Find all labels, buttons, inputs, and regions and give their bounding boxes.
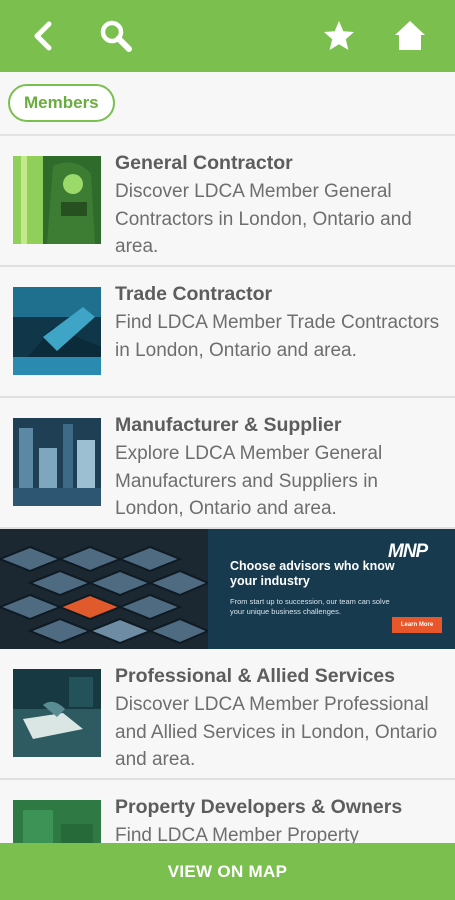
manufacturer-supplier-thumbnail [13, 418, 101, 506]
star-icon[interactable] [321, 18, 357, 54]
home-icon[interactable] [392, 18, 428, 54]
item-description: Find LDCA Member Trade Contractors in Lo… [115, 312, 440, 361]
app-toolbar [0, 0, 455, 72]
ad-cubes-image [0, 529, 211, 649]
item-description: Discover LDCA Member General Contractors… [115, 181, 412, 257]
trade-contractor-thumbnail [13, 287, 101, 375]
ad-text-panel: MNP Choose advisors who know your indust… [208, 529, 455, 649]
item-title: Trade Contractor [115, 283, 273, 305]
item-description: Discover LDCA Member Professional and Al… [115, 694, 438, 770]
search-icon[interactable] [98, 18, 134, 54]
mnp-advertisement-banner[interactable]: MNP Choose advisors who know your indust… [0, 529, 455, 649]
category-list: General Contractor Discover LDCA Member … [0, 136, 455, 900]
professional-services-thumbnail [13, 669, 101, 757]
ad-subtext: From start up to succession, our team ca… [230, 597, 390, 616]
view-on-map-button[interactable]: VIEW ON MAP [0, 843, 455, 900]
list-item-trade-contractor[interactable]: Trade Contractor Find LDCA Member Trade … [0, 267, 455, 398]
item-title: General Contractor [115, 152, 293, 174]
list-item-manufacturer-supplier[interactable]: Manufacturer & Supplier Explore LDCA Mem… [0, 398, 455, 529]
item-title: Professional & Allied Services [115, 665, 395, 687]
ad-learn-more-button[interactable]: Learn More [392, 617, 442, 633]
list-item-professional-allied-services[interactable]: Professional & Allied Services Discover … [0, 649, 455, 780]
list-item-general-contractor[interactable]: General Contractor Discover LDCA Member … [0, 136, 455, 267]
back-arrow-icon[interactable] [26, 18, 62, 54]
members-filter-chip[interactable]: Members [8, 84, 115, 122]
item-title: Property Developers & Owners [115, 796, 403, 818]
general-contractor-thumbnail [13, 156, 101, 244]
filter-bar: Members [0, 72, 455, 136]
item-title: Manufacturer & Supplier [115, 414, 342, 436]
ad-headline: Choose advisors who know your industry [230, 559, 395, 588]
item-description: Explore LDCA Member General Manufacturer… [115, 443, 383, 519]
